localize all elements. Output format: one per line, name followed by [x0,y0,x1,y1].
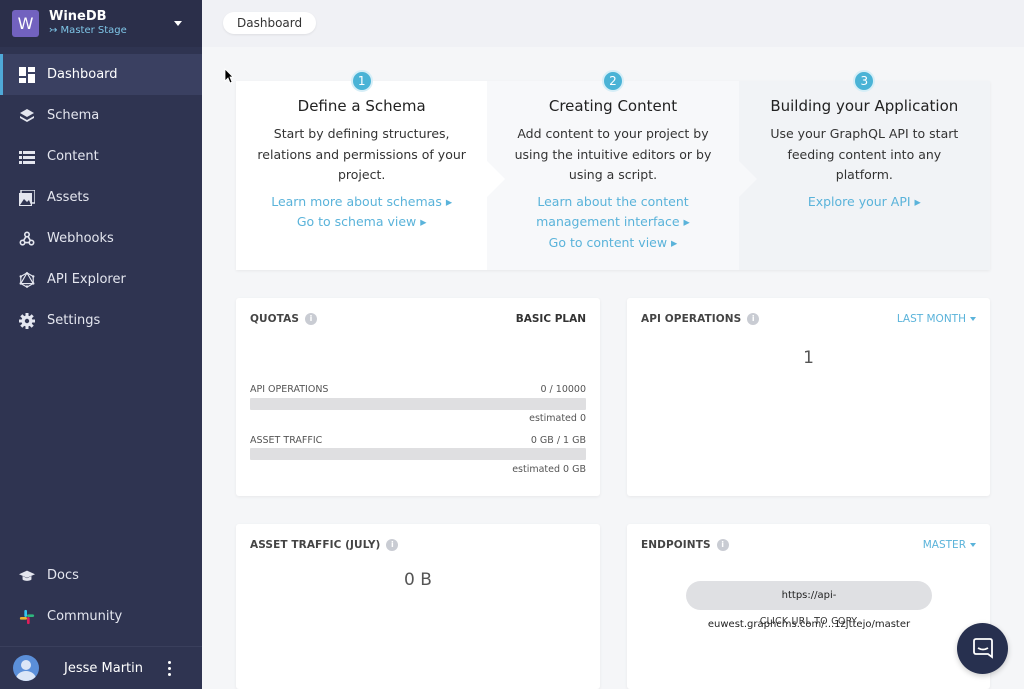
more-vertical-icon[interactable] [168,661,172,676]
graphql-icon [19,271,35,288]
sidebar-item-schema[interactable]: Schema [0,95,202,136]
step-description: Add content to your project by using the… [514,126,712,182]
chat-launcher-button[interactable] [957,623,1008,674]
sidebar-item-label: Docs [47,568,79,583]
step-creating-content: 2 Creating Content Add content to your p… [487,70,757,270]
sidebar-item-docs[interactable]: Docs [0,555,202,596]
asset-traffic-title: ASSET TRAFFIC (JULY) [250,539,381,551]
caret-down-icon [970,317,976,321]
info-icon[interactable]: i [305,313,318,325]
sidebar-item-label: Community [47,609,123,624]
dashboard-icon [19,66,35,83]
content-view-link[interactable]: Go to content view ▸ [497,233,728,254]
sidebar-item-label: Dashboard [47,67,118,82]
learn-schemas-link[interactable]: Learn more about schemas ▸ [246,192,477,213]
info-icon[interactable]: i [386,539,399,551]
api-operations-title: API OPERATIONS [641,313,742,325]
info-icon[interactable]: i [716,539,729,551]
quotas-title: QUOTAS [250,313,300,325]
quota-value: 0 GB / 1 GB [530,435,586,446]
step-title: Define a Schema [297,97,426,115]
sidebar-item-label: Content [47,149,99,164]
quotas-card: QUOTAS i BASIC PLAN API OPERATIONS 0 / 1… [236,298,600,496]
gear-icon [19,312,35,329]
slack-icon [19,609,35,625]
quota-value: 0 / 10000 [540,384,586,395]
sidebar-item-webhooks[interactable]: Webhooks [0,218,202,259]
learn-content-management-link[interactable]: Learn about the content management inter… [499,192,726,233]
project-name: WineDB [49,9,107,24]
sidebar-item-label: API Explorer [47,272,126,287]
schema-view-link[interactable]: Go to schema view ▸ [246,212,477,233]
sidebar: W WineDB ↣ Master Stage Dashboard Schema… [0,0,202,689]
sidebar-item-content[interactable]: Content [0,136,202,177]
step-description: Use your GraphQL API to start feeding co… [770,126,959,182]
asset-traffic-card: ASSET TRAFFIC (JULY) i 0 B [236,524,600,689]
step-arrow [487,161,506,197]
sidebar-item-label: Settings [47,313,101,328]
user-name: Jesse Martin [64,660,143,676]
step-arrow [738,161,757,197]
onboarding-steps: 1 Define a Schema Start by defining stru… [236,70,990,270]
step-number: 1 [350,70,373,92]
explore-api-link[interactable]: Explore your API ▸ [749,192,980,213]
step-title: Creating Content [548,97,678,115]
image-icon [19,189,35,206]
endpoints-card: ENDPOINTS i MASTER https://api-euwest.gr… [627,524,990,689]
plan-label: BASIC PLAN [515,313,586,325]
sidebar-item-label: Schema [47,108,100,123]
webhook-icon [19,231,35,247]
sidebar-item-settings[interactable]: Settings [0,300,202,341]
period-dropdown[interactable]: LAST MONTH [897,313,976,325]
api-operations-header: API OPERATIONS i [641,313,760,325]
step-title: Building your Application [770,97,959,115]
info-icon[interactable]: i [747,313,760,325]
chat-icon [972,637,993,659]
caret-down-icon[interactable] [174,21,182,26]
quota-estimate: estimated 0 GB [512,464,586,475]
project-switcher[interactable]: W WineDB ↣ Master Stage [0,0,202,47]
endpoints-title: ENDPOINTS [641,539,711,551]
stage-dropdown[interactable]: MASTER [923,539,976,551]
breadcrumb[interactable]: Dashboard [223,12,317,34]
step-number: 2 [601,70,624,92]
sidebar-item-assets[interactable]: Assets [0,177,202,218]
sidebar-item-label: Assets [47,190,90,205]
api-operations-count: 1 [803,348,814,368]
project-stage: ↣ Master Stage [49,25,127,36]
copy-hint: CLICK URL TO COPY [759,616,858,627]
period-label: LAST MONTH [896,313,966,325]
caret-down-icon [970,543,976,547]
sidebar-item-dashboard[interactable]: Dashboard [0,54,202,95]
step-number: 3 [853,70,876,92]
quota-label: API OPERATIONS [250,384,329,395]
asset-traffic-value: 0 B [404,570,432,590]
quotas-header: QUOTAS i [250,313,318,325]
layers-icon [19,108,35,124]
graduation-cap-icon [19,568,35,584]
api-operations-card: API OPERATIONS i LAST MONTH 1 [627,298,990,496]
asset-traffic-header: ASSET TRAFFIC (JULY) i [250,539,399,551]
sidebar-item-label: Webhooks [47,231,114,246]
quota-label: ASSET TRAFFIC [250,435,323,446]
mouse-cursor-icon [224,68,234,84]
step-building-application: 3 Building your Application Use your Gra… [738,70,990,270]
asset-traffic-bar [250,448,586,460]
project-logo: W [12,10,39,37]
stage-label: MASTER [922,539,966,551]
top-bar: Dashboard [202,0,1024,47]
api-operations-bar [250,398,586,410]
quota-estimate: estimated 0 [529,413,586,424]
step-define-schema: 1 Define a Schema Start by defining stru… [236,70,506,270]
sidebar-item-api-explorer[interactable]: API Explorer [0,259,202,300]
step-description: Start by defining structures, relations … [257,126,466,182]
sidebar-item-community[interactable]: Community [0,596,202,637]
avatar [13,655,39,681]
user-menu[interactable]: Jesse Martin [0,646,202,689]
list-icon [19,149,35,165]
endpoints-header: ENDPOINTS i [641,539,729,551]
endpoint-url[interactable]: https://api-euwest.graphcms.com/...1zjtt… [686,581,932,630]
